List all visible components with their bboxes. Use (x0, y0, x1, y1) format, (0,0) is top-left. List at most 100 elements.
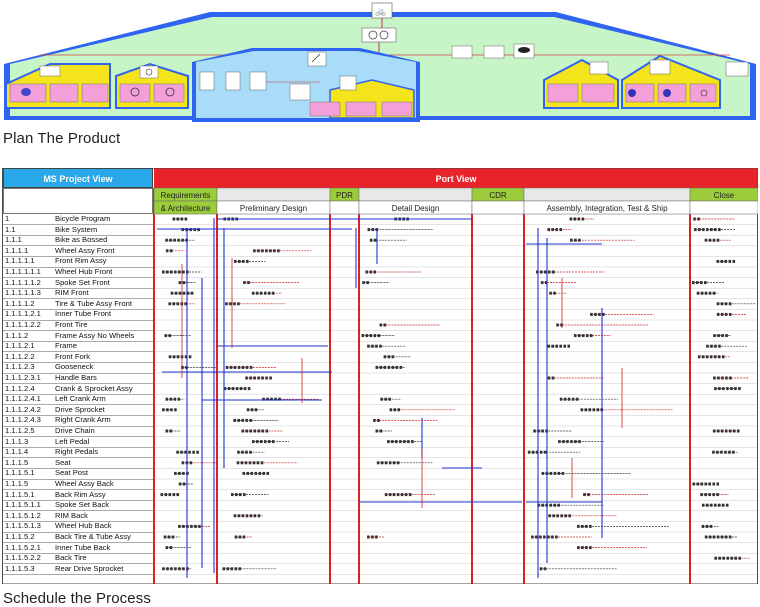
gantt-milestone (261, 429, 265, 433)
gantt-milestone (165, 249, 169, 253)
gantt-milestone (697, 355, 701, 359)
gantt-milestone (230, 493, 234, 497)
gantt-milestone (730, 387, 733, 391)
gantt-milestone (170, 270, 173, 274)
gantt-milestone (245, 514, 249, 518)
schedule-caption: Schedule the Process (3, 590, 151, 607)
gantt-milestone (237, 418, 240, 422)
gantt-milestone (241, 450, 244, 454)
gantt-milestone (716, 259, 720, 263)
gantt-milestone (736, 429, 740, 433)
gantt-milestone (164, 493, 168, 497)
gantt-milestone (704, 535, 708, 539)
gantt-milestone (269, 376, 272, 380)
gantt-milestone (259, 291, 263, 295)
gantt-milestone (544, 270, 547, 274)
gantt-milestone (709, 503, 713, 507)
gantt-milestone (721, 376, 724, 380)
gantt-milestone (371, 344, 374, 348)
gantt-milestone (535, 535, 538, 539)
gantt-milestone (174, 567, 177, 571)
gantt-milestone (548, 270, 551, 274)
gantt-milestone (377, 334, 381, 338)
gantt-milestone (559, 397, 563, 401)
gantt-milestone (567, 344, 571, 348)
gantt-milestone (713, 355, 717, 359)
gantt-milestone (558, 440, 561, 444)
port-view-header: Port View (436, 174, 478, 184)
gantt-milestone (383, 355, 387, 359)
gantt-milestone (729, 376, 732, 380)
gantt-milestone (174, 291, 178, 295)
gantt-milestone (178, 270, 181, 274)
gantt-milestone (714, 387, 717, 391)
gantt-milestone (391, 365, 395, 369)
gantt-milestone (182, 524, 185, 528)
gantt-milestone (233, 302, 236, 306)
gantt-milestone (403, 440, 406, 444)
gantt-milestone (700, 291, 704, 295)
gantt-milestone (404, 493, 408, 497)
gantt-milestone (182, 482, 186, 486)
gantt-milestone (182, 471, 185, 475)
gantt-milestone (251, 291, 255, 295)
gantt-milestone (379, 429, 383, 433)
gantt-milestone (192, 450, 195, 454)
gantt-milestone (697, 217, 700, 221)
gantt-milestone (585, 546, 588, 550)
gantt-milestone (549, 471, 553, 475)
gantt-milestone (178, 291, 182, 295)
gantt-milestone (247, 281, 250, 285)
gantt-milestone (718, 387, 721, 391)
gantt-milestone (567, 397, 571, 401)
gantt-milestone (704, 238, 708, 242)
gantt-milestone (594, 312, 597, 316)
gantt-milestone (182, 291, 186, 295)
gantt-milestone (375, 365, 379, 369)
gantt-milestone (732, 450, 735, 454)
gantt-milestone (391, 440, 394, 444)
gantt-milestone (549, 291, 552, 295)
gantt-milestone (379, 365, 383, 369)
gantt-milestone (246, 408, 250, 412)
gantt-milestone (716, 238, 720, 242)
gantt-milestone (541, 471, 545, 475)
gantt-milestone (716, 493, 719, 497)
gantt-milestone (581, 546, 584, 550)
gantt-milestone (177, 397, 181, 401)
gantt-milestone (713, 376, 716, 380)
gantt-milestone (366, 281, 369, 285)
gantt-milestone (581, 524, 584, 528)
gantt-milestone (362, 281, 365, 285)
gantt-milestone (181, 365, 184, 369)
gantt-milestone (555, 535, 558, 539)
gantt-milestone (171, 535, 175, 539)
gantt-milestone (263, 291, 267, 295)
gantt-milestone (551, 344, 555, 348)
plan-caption: Plan The Product (3, 130, 121, 147)
gantt-milestone (165, 397, 169, 401)
gantt-milestone (577, 524, 580, 528)
gantt-milestone (570, 238, 573, 242)
gantt-milestone (561, 471, 565, 475)
gantt-milestone (387, 355, 391, 359)
gantt-milestone (277, 249, 280, 253)
gantt-milestone (255, 440, 259, 444)
gantt-milestone (587, 493, 590, 497)
gantt-milestone (233, 259, 237, 263)
gantt-milestone (585, 524, 588, 528)
gantt-milestone (720, 259, 724, 263)
gantt-milestone (182, 281, 186, 285)
gantt-milestone (570, 440, 573, 444)
gantt-milestone (705, 503, 709, 507)
gantt-milestone (242, 471, 246, 475)
gantt-milestone (531, 535, 534, 539)
gantt-milestone (577, 546, 580, 550)
gantt-milestone (696, 482, 700, 486)
gantt-milestone (169, 429, 173, 433)
gantt-milestone (708, 535, 712, 539)
gantt-milestone (566, 440, 569, 444)
gantt-milestone (560, 323, 563, 327)
gantt-milestone (174, 408, 177, 412)
gantt-milestone (714, 344, 717, 348)
